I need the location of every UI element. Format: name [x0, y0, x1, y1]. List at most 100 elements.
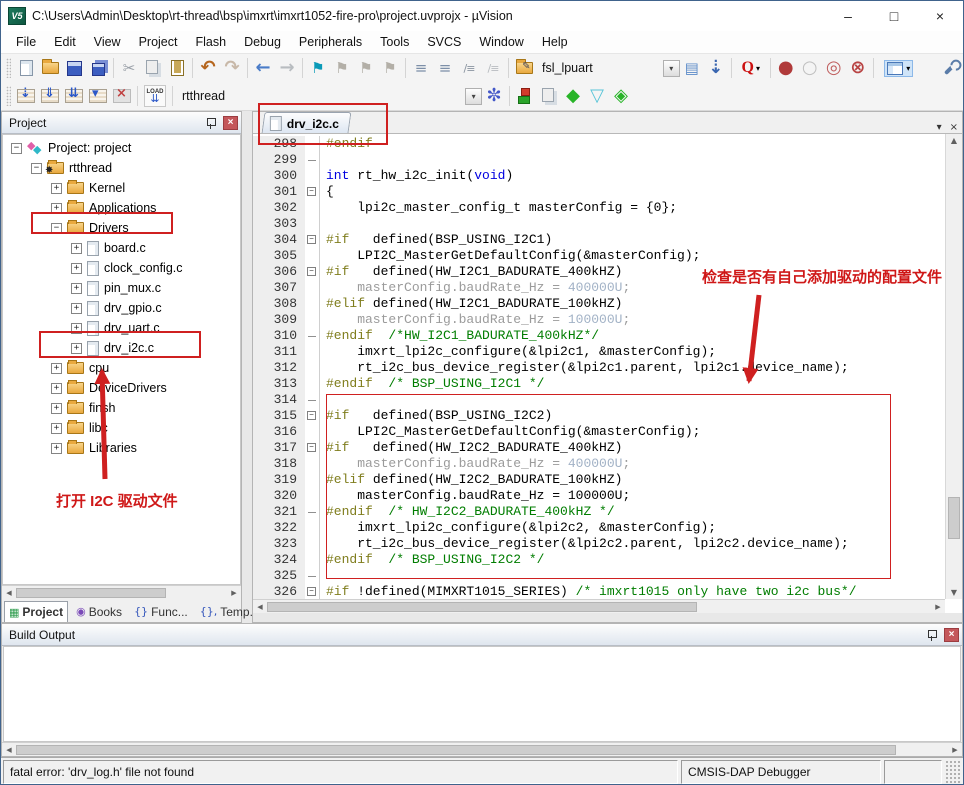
- target-select-dropdown[interactable]: ▾: [465, 88, 482, 105]
- tree-item-libc[interactable]: +libc: [3, 418, 240, 438]
- build-output-content[interactable]: [3, 646, 961, 742]
- workspace-tab-books[interactable]: ◉Books: [72, 601, 126, 622]
- code-line-323[interactable]: 323 rt_i2c_bus_device_register(&lpi2c2.p…: [253, 536, 945, 552]
- code-line-319[interactable]: 319#elif defined(HW_I2C2_BADURATE_100kHZ…: [253, 472, 945, 488]
- new-file-icon[interactable]: [14, 56, 38, 80]
- menu-edit[interactable]: Edit: [45, 32, 85, 52]
- window-layout-icon[interactable]: ▾: [877, 56, 921, 80]
- menu-file[interactable]: File: [7, 32, 45, 52]
- code-line-302[interactable]: 302 lpi2c_master_config_t masterConfig =…: [253, 200, 945, 216]
- build-icon[interactable]: ⇓: [38, 84, 62, 108]
- bookmark-prev-icon[interactable]: ⚑: [330, 56, 354, 80]
- menu-project[interactable]: Project: [130, 32, 187, 52]
- scroll-down-icon[interactable]: ▼: [946, 588, 962, 597]
- code-line-314[interactable]: 314: [253, 392, 945, 408]
- expander-icon[interactable]: +: [71, 343, 82, 354]
- expander-icon[interactable]: +: [51, 363, 62, 374]
- scroll-right-icon[interactable]: ▶: [948, 746, 962, 754]
- expander-icon[interactable]: +: [71, 263, 82, 274]
- indent-icon[interactable]: ≡: [433, 56, 457, 80]
- code-line-313[interactable]: 313#endif /* BSP_USING_I2C1 */: [253, 376, 945, 392]
- expander-icon[interactable]: +: [71, 303, 82, 314]
- workspace-tab-project[interactable]: ▦Project: [4, 601, 68, 622]
- target-select-value[interactable]: rtthread: [176, 89, 231, 103]
- disable-all-breakpoints-icon[interactable]: ◎: [822, 56, 846, 80]
- project-panel-close-icon[interactable]: ×: [223, 116, 238, 130]
- search-history-dropdown[interactable]: ▾: [663, 60, 680, 77]
- menu-help[interactable]: Help: [533, 32, 577, 52]
- translate-file-icon[interactable]: ⇣: [14, 84, 38, 108]
- code-line-312[interactable]: 312 rt_i2c_bus_device_register(&lpi2c1.p…: [253, 360, 945, 376]
- uncomment-selection-icon[interactable]: /≡: [481, 56, 505, 80]
- insert-breakpoint-icon[interactable]: ●: [774, 56, 798, 80]
- expander-icon[interactable]: +: [71, 283, 82, 294]
- save-file-icon[interactable]: [62, 56, 86, 80]
- batch-build-icon[interactable]: ▾: [86, 84, 110, 108]
- expander-icon[interactable]: +: [71, 323, 82, 334]
- code-line-301[interactable]: 301−{: [253, 184, 945, 200]
- unindent-icon[interactable]: ≡: [409, 56, 433, 80]
- expander-icon[interactable]: −: [31, 163, 42, 174]
- code-line-318[interactable]: 318 masterConfig.baudRate_Hz = 400000U;: [253, 456, 945, 472]
- expander-icon[interactable]: +: [51, 203, 62, 214]
- editor-vscrollbar[interactable]: ▲ ▼: [945, 134, 962, 599]
- scroll-up-icon[interactable]: ▲: [946, 136, 962, 145]
- expander-icon[interactable]: −: [51, 223, 62, 234]
- minimize-button[interactable]: –: [825, 1, 871, 31]
- expander-icon[interactable]: +: [51, 383, 62, 394]
- open-file-icon[interactable]: [38, 56, 62, 80]
- tree-item-clock-config-c[interactable]: +clock_config.c: [3, 258, 240, 278]
- scroll-right-icon[interactable]: ▶: [227, 589, 241, 597]
- code-line-326[interactable]: 326−#if !defined(MIMXRT1015_SERIES) /* i…: [253, 584, 945, 599]
- redo-icon[interactable]: ↷: [220, 56, 244, 80]
- target-options-icon[interactable]: ✼: [482, 84, 506, 108]
- pin-icon[interactable]: [205, 117, 217, 129]
- tree-item-cpu[interactable]: +cpu: [3, 358, 240, 378]
- menu-debug[interactable]: Debug: [235, 32, 290, 52]
- code-line-300[interactable]: 300int rt_hw_i2c_init(void): [253, 168, 945, 184]
- code-line-305[interactable]: 305 LPI2C_MasterGetDefaultConfig(&master…: [253, 248, 945, 264]
- navigate-back-icon[interactable]: ←: [251, 56, 275, 80]
- fold-collapse-icon[interactable]: −: [305, 440, 320, 456]
- expander-icon[interactable]: +: [51, 403, 62, 414]
- cut-icon[interactable]: ✂: [117, 56, 141, 80]
- code-line-321[interactable]: 321#endif /* HW_I2C2_BADURATE_400kHZ */: [253, 504, 945, 520]
- expander-icon[interactable]: +: [51, 183, 62, 194]
- quick-search-icon[interactable]: Q▾: [735, 56, 767, 80]
- stop-build-icon[interactable]: ×: [110, 84, 134, 108]
- code-line-299[interactable]: 299: [253, 152, 945, 168]
- manage-project-items-icon[interactable]: ◆: [561, 84, 585, 108]
- expander-icon[interactable]: +: [51, 443, 62, 454]
- build-output-close-icon[interactable]: ×: [944, 628, 959, 642]
- expander-icon[interactable]: −: [11, 143, 22, 154]
- code-line-298[interactable]: 298#endif: [253, 136, 945, 152]
- comment-selection-icon[interactable]: /≡: [457, 56, 481, 80]
- code-line-317[interactable]: 317−#if defined(HW_I2C2_BADURATE_400kHZ): [253, 440, 945, 456]
- menu-flash[interactable]: Flash: [186, 32, 235, 52]
- rebuild-all-icon[interactable]: ⇊: [62, 84, 86, 108]
- tree-item-kernel[interactable]: +Kernel: [3, 178, 240, 198]
- close-button[interactable]: ×: [917, 1, 963, 31]
- bookmark-next-icon[interactable]: ⚑: [354, 56, 378, 80]
- tree-item-pin-mux-c[interactable]: +pin_mux.c: [3, 278, 240, 298]
- find-next-icon[interactable]: ⇣: [704, 56, 728, 80]
- fold-collapse-icon[interactable]: −: [305, 408, 320, 424]
- bookmark-toggle-icon[interactable]: ⚑: [306, 56, 330, 80]
- code-line-309[interactable]: 309 masterConfig.baudRate_Hz = 100000U;: [253, 312, 945, 328]
- select-folder-objects-icon[interactable]: ▽: [585, 84, 609, 108]
- editor-hscrollbar[interactable]: ◀ ▶: [253, 599, 945, 613]
- tree-item-rtthread[interactable]: −✸rtthread: [3, 158, 240, 178]
- undo-icon[interactable]: ↶: [196, 56, 220, 80]
- code-line-324[interactable]: 324#endif /* BSP_USING_I2C2 */: [253, 552, 945, 568]
- code-line-315[interactable]: 315−#if defined(BSP_USING_I2C2): [253, 408, 945, 424]
- tree-item-finsh[interactable]: +finsh: [3, 398, 240, 418]
- paste-icon[interactable]: [165, 56, 189, 80]
- expander-icon[interactable]: +: [51, 423, 62, 434]
- manage-rte-icon[interactable]: [513, 84, 537, 108]
- find-icon[interactable]: ▤: [680, 56, 704, 80]
- code-line-320[interactable]: 320 masterConfig.baudRate_Hz = 100000U;: [253, 488, 945, 504]
- fold-collapse-icon[interactable]: −: [305, 184, 320, 200]
- code-line-316[interactable]: 316 LPI2C_MasterGetDefaultConfig(&master…: [253, 424, 945, 440]
- code-line-310[interactable]: 310#endif /*HW_I2C1_BADURATE_400kHZ*/: [253, 328, 945, 344]
- download-icon[interactable]: LOAD⇊: [141, 84, 169, 108]
